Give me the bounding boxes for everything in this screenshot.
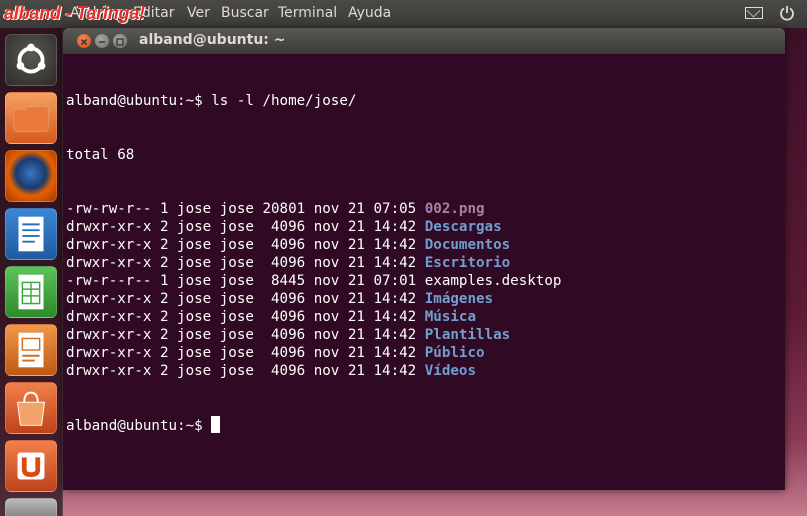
listing-meta: drwxr-xr-x 2 jose jose 4096 nov 21 14:42 — [66, 255, 425, 271]
folder-shape-icon — [13, 102, 49, 132]
minimize-button[interactable] — [95, 34, 109, 48]
settings-icon[interactable] — [5, 498, 57, 516]
listing-row: -rw-r--r-- 1 jose jose 8445 nov 21 07:01… — [66, 272, 782, 290]
close-button[interactable] — [77, 34, 91, 48]
menu-ver[interactable]: Ver — [187, 5, 210, 21]
menu-terminal[interactable]: Terminal — [278, 5, 337, 21]
listing-filename: Documentos — [424, 237, 511, 253]
writer-icon[interactable] — [5, 208, 57, 260]
prompt-text: alband@ubuntu:~$ — [66, 93, 203, 109]
listing-meta: drwxr-xr-x 2 jose jose 4096 nov 21 14:42 — [66, 327, 425, 343]
listing-row: drwxr-xr-x 2 jose jose 4096 nov 21 14:42… — [66, 218, 782, 236]
listing-meta: drwxr-xr-x 2 jose jose 4096 nov 21 14:42 — [66, 291, 425, 307]
window-title: alband@ubuntu: ~ — [139, 32, 286, 48]
ubuntu-logo-icon[interactable] — [5, 34, 57, 86]
listing-row: drwxr-xr-x 2 jose jose 4096 nov 21 14:42… — [66, 308, 782, 326]
listing-meta: drwxr-xr-x 2 jose jose 4096 nov 21 14:42 — [66, 309, 425, 325]
maximize-icon — [116, 38, 124, 46]
listing-meta: drwxr-xr-x 2 jose jose 4096 nov 21 14:42 — [66, 219, 425, 235]
watermark-text: alband - Taringa! — [4, 3, 145, 23]
listing-meta: -rw-r--r-- 1 jose jose 8445 nov 21 07:01 — [66, 273, 425, 289]
close-icon — [80, 38, 88, 46]
total-line: total 68 — [66, 147, 135, 163]
listing-filename: 002.png — [424, 201, 485, 217]
ubuntu-one-icon[interactable] — [5, 440, 57, 492]
listing-filename: Imágenes — [424, 291, 494, 307]
firefox-icon[interactable] — [5, 150, 57, 202]
listing-row: drwxr-xr-x 2 jose jose 4096 nov 21 14:42… — [66, 362, 782, 380]
listing-row: drwxr-xr-x 2 jose jose 4096 nov 21 14:42… — [66, 344, 782, 362]
minimize-icon — [99, 41, 105, 43]
listing-filename: Plantillas — [424, 327, 511, 343]
command-text: ls -l /home/jose/ — [202, 93, 357, 109]
u-letter-icon — [17, 452, 45, 480]
spreadsheet-icon — [18, 274, 44, 310]
listing-filename: Vídeos — [424, 363, 476, 379]
listing-filename: Público — [424, 345, 485, 361]
listing-row: drwxr-xr-x 2 jose jose 4096 nov 21 14:42… — [66, 326, 782, 344]
listing-filename: Escritorio — [424, 255, 511, 271]
top-panel: Archivo Editar Ver Buscar Terminal Ayuda… — [0, 0, 807, 28]
final-prompt-line: alband@ubuntu:~$ — [66, 416, 782, 434]
mail-icon[interactable] — [745, 7, 763, 19]
maximize-button[interactable] — [113, 34, 127, 48]
listing-row: drwxr-xr-x 2 jose jose 4096 nov 21 14:42… — [66, 236, 782, 254]
listing: -rw-rw-r-- 1 jose jose 20801 nov 21 07:0… — [66, 200, 782, 380]
listing-filename: Descargas — [424, 219, 502, 235]
presentation-icon — [18, 332, 44, 368]
listing-row: drwxr-xr-x 2 jose jose 4096 nov 21 14:42… — [66, 290, 782, 308]
software-center-icon[interactable] — [5, 382, 57, 434]
listing-meta: drwxr-xr-x 2 jose jose 4096 nov 21 14:42 — [66, 345, 425, 361]
menu-ayuda[interactable]: Ayuda — [348, 5, 391, 21]
command-line: alband@ubuntu:~$ ls -l /home/jose/ — [66, 92, 782, 110]
home-folder-icon[interactable] — [5, 92, 57, 144]
power-icon[interactable] — [779, 5, 795, 21]
listing-row: drwxr-xr-x 2 jose jose 4096 nov 21 14:42… — [66, 254, 782, 272]
listing-meta: -rw-rw-r-- 1 jose jose 20801 nov 21 07:0… — [66, 201, 425, 217]
listing-meta: drwxr-xr-x 2 jose jose 4096 nov 21 14:42 — [66, 363, 425, 379]
launcher — [0, 28, 63, 516]
window-titlebar[interactable]: alband@ubuntu: ~ — [63, 28, 785, 54]
ubuntu-circle-icon — [16, 43, 46, 74]
final-prompt-text: alband@ubuntu:~$ — [66, 418, 212, 434]
calc-icon[interactable] — [5, 266, 57, 318]
terminal-window: alband@ubuntu: ~ alband@ubuntu:~$ ls -l … — [63, 28, 785, 490]
text-cursor — [211, 416, 221, 433]
listing-row: -rw-rw-r-- 1 jose jose 20801 nov 21 07:0… — [66, 200, 782, 218]
impress-icon[interactable] — [5, 324, 57, 376]
menu-buscar[interactable]: Buscar — [221, 5, 269, 21]
terminal-output[interactable]: alband@ubuntu:~$ ls -l /home/jose/ total… — [63, 54, 785, 490]
shopping-bag-icon — [16, 391, 46, 426]
listing-meta: drwxr-xr-x 2 jose jose 4096 nov 21 14:42 — [66, 237, 425, 253]
listing-filename: Música — [424, 309, 476, 325]
document-icon — [18, 216, 44, 252]
listing-filename: examples.desktop — [424, 273, 562, 289]
